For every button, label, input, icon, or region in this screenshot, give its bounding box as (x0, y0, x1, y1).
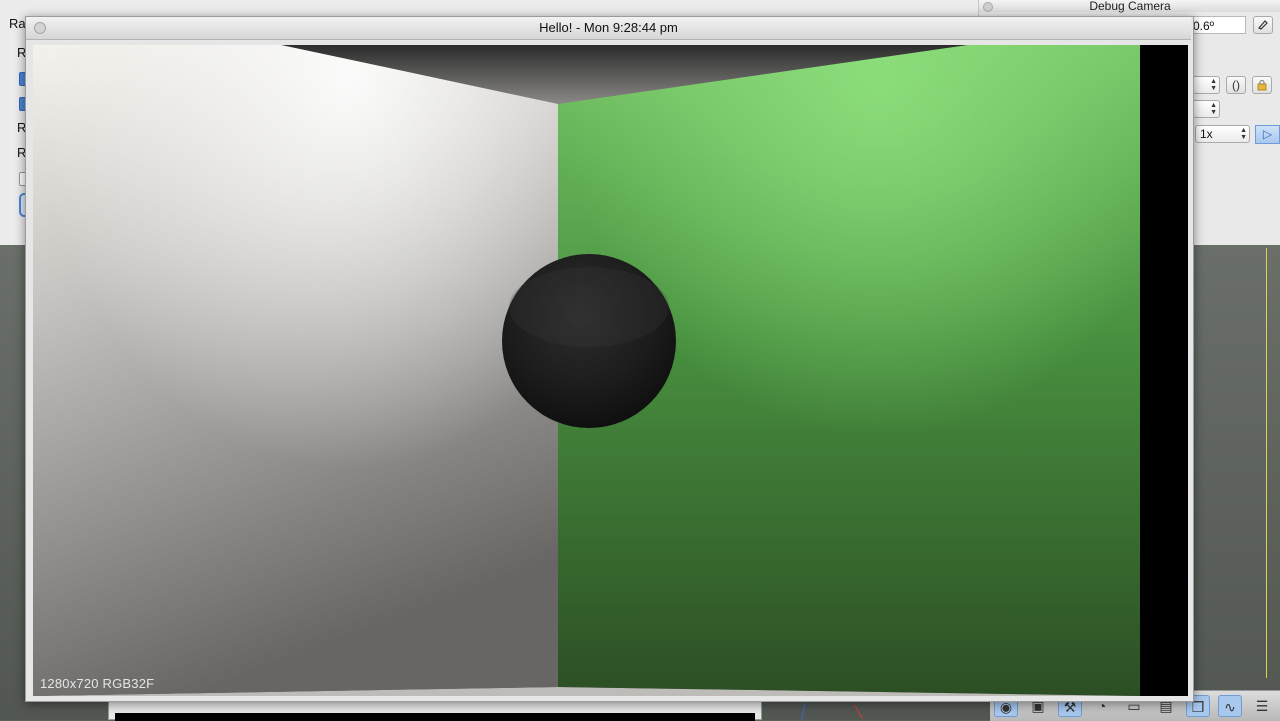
document-icon[interactable]: ☰ (1250, 695, 1274, 717)
timeline-bar (108, 700, 762, 721)
resolution-status: 1280x720 RGB32F (40, 676, 155, 691)
play-icon[interactable]: ▷ (1255, 125, 1280, 144)
render-viewport[interactable]: 1280x720 RGB32F (33, 45, 1188, 696)
target-select[interactable]: ▲ ▼ (1192, 100, 1220, 118)
debug-camera-title: Debug Camera (979, 0, 1280, 12)
speed-select[interactable]: 1x ▲ ▼ (1195, 125, 1250, 143)
braces-icon[interactable]: () (1226, 76, 1246, 94)
window-title: Hello! - Mon 9:28:44 pm (539, 20, 678, 35)
black-band (1140, 45, 1188, 696)
mode-select[interactable]: ▲ ▼ (1192, 76, 1220, 94)
cornell-box-scene (33, 45, 1188, 696)
lock-icon[interactable] (1252, 76, 1272, 94)
angle-field[interactable]: 0.6º (1190, 16, 1246, 34)
title-bar[interactable]: Hello! - Mon 9:28:44 pm (26, 17, 1191, 40)
debug-close-button[interactable] (983, 2, 993, 12)
render-window: Hello! - Mon 9:28:44 pm 1280x720 RGB32F (25, 16, 1194, 702)
speed-value: 1x (1200, 127, 1213, 141)
panel-label-ra: Ra (9, 16, 26, 31)
monitor-icon[interactable]: ∿ (1218, 695, 1242, 717)
guide-line (1266, 248, 1267, 678)
reset-icon[interactable] (1253, 16, 1273, 34)
